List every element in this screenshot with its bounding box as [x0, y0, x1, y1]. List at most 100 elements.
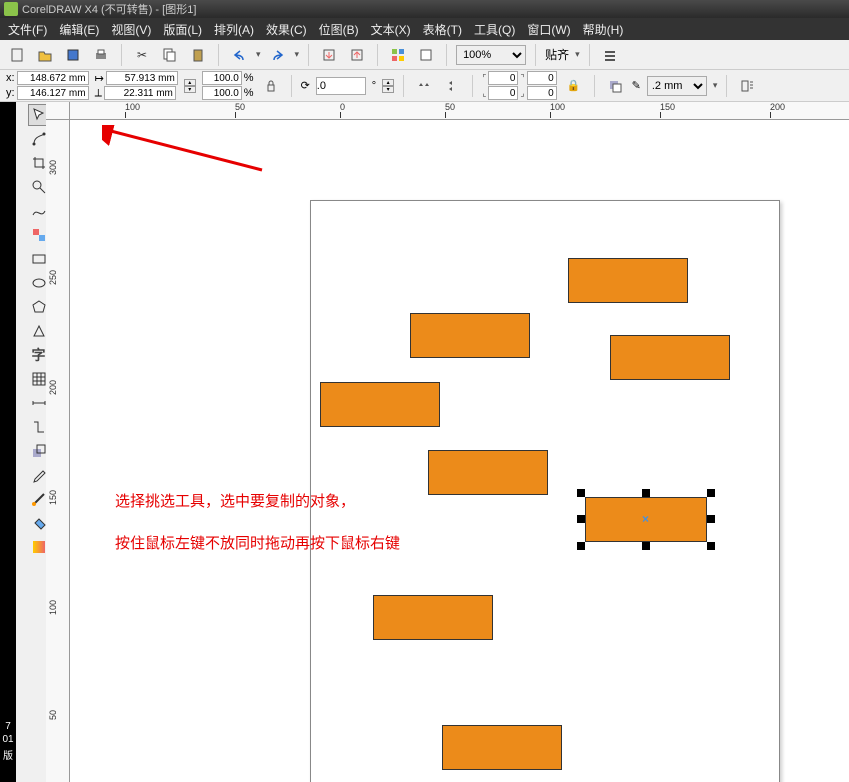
y-input[interactable]: [17, 86, 89, 100]
ruler-vertical: 30025020015010050: [46, 120, 70, 782]
handle-bm[interactable]: [642, 542, 650, 550]
annotation-line-1: 选择挑选工具，选中要复制的对象，: [115, 490, 355, 511]
ruler-horizontal: 10050050100150200: [70, 102, 849, 120]
window-title: CorelDRAW X4 (不可转售) - [图形1]: [22, 1, 196, 17]
corner-bl-input[interactable]: [488, 86, 518, 100]
ruler-tick: 50: [445, 102, 455, 112]
new-icon[interactable]: [6, 44, 28, 66]
cut-icon[interactable]: ✂: [131, 44, 153, 66]
y-label: y:: [6, 87, 15, 99]
rect-4[interactable]: [320, 382, 440, 427]
redo-icon[interactable]: [267, 44, 289, 66]
size-spin-down[interactable]: ▾: [184, 86, 196, 93]
ruler-tick: 300: [48, 160, 58, 175]
angle-input[interactable]: [316, 77, 366, 95]
handle-br[interactable]: [707, 542, 715, 550]
corner-tr-icon: ⌝: [520, 73, 524, 84]
redo-dropdown-icon[interactable]: ▾: [295, 49, 300, 60]
import-icon[interactable]: [318, 44, 340, 66]
menu-text[interactable]: 文本(X): [371, 21, 411, 38]
menu-view[interactable]: 视图(V): [111, 21, 151, 38]
angle-spin-down[interactable]: ▾: [382, 86, 394, 93]
menu-window[interactable]: 窗口(W): [527, 21, 570, 38]
menu-bitmap[interactable]: 位图(B): [319, 21, 359, 38]
print-icon[interactable]: [90, 44, 112, 66]
copy-icon[interactable]: [159, 44, 181, 66]
menu-file[interactable]: 文件(F): [8, 21, 47, 38]
rect-3[interactable]: [610, 335, 730, 380]
menu-effects[interactable]: 效果(C): [266, 21, 307, 38]
menu-arrange[interactable]: 排列(A): [214, 21, 254, 38]
undo-icon[interactable]: [228, 44, 250, 66]
scale-y-input[interactable]: [202, 86, 242, 100]
lock-ratio-icon[interactable]: [260, 75, 282, 97]
menu-help[interactable]: 帮助(H): [583, 21, 624, 38]
snap-label[interactable]: 贴齐: [545, 46, 569, 63]
ruler-tick: 100: [125, 102, 140, 112]
menubar: 文件(F) 编辑(E) 视图(V) 版面(L) 排列(A) 效果(C) 位图(B…: [0, 18, 849, 40]
left-strip: 7 01 版: [0, 102, 16, 782]
angle-spin-up[interactable]: ▴: [382, 79, 394, 86]
menu-layout[interactable]: 版面(L): [163, 21, 202, 38]
pct-label-2: %: [244, 87, 254, 99]
menu-tools[interactable]: 工具(Q): [474, 21, 515, 38]
standard-toolbar: ✂ ▾ ▾ 100% 贴齐 ▾: [0, 40, 849, 70]
corner-tr-input[interactable]: [527, 71, 557, 85]
rect-8[interactable]: [442, 725, 562, 770]
options-icon[interactable]: [599, 44, 621, 66]
app-launcher-icon[interactable]: [387, 44, 409, 66]
menu-table[interactable]: 表格(T): [423, 21, 462, 38]
ruler-tick: 100: [48, 600, 58, 615]
scale-x-input[interactable]: [202, 71, 242, 85]
x-label: x:: [6, 72, 15, 84]
to-front-icon[interactable]: [604, 75, 626, 97]
rect-2[interactable]: [410, 313, 530, 358]
outline-dropdown-icon[interactable]: ▾: [713, 80, 718, 91]
snap-dropdown-icon[interactable]: ▾: [575, 49, 580, 60]
width-input[interactable]: [106, 71, 178, 85]
wrap-text-icon[interactable]: [736, 75, 758, 97]
pct-label: %: [244, 72, 254, 84]
open-icon[interactable]: [34, 44, 56, 66]
undo-dropdown-icon[interactable]: ▾: [256, 49, 261, 60]
rect-1[interactable]: [568, 258, 688, 303]
handle-mr[interactable]: [707, 515, 715, 523]
mirror-v-icon[interactable]: [441, 75, 463, 97]
corner-br-icon: ⌟: [520, 88, 524, 99]
mirror-h-icon[interactable]: [413, 75, 435, 97]
ruler-tick: 50: [235, 102, 245, 112]
zoom-select[interactable]: 100%: [456, 45, 526, 65]
corner-tl-input[interactable]: [488, 71, 518, 85]
welcome-icon[interactable]: [415, 44, 437, 66]
handle-tl[interactable]: [577, 489, 585, 497]
export-icon[interactable]: [346, 44, 368, 66]
rect-5[interactable]: [428, 450, 548, 495]
ruler-tick: 150: [660, 102, 675, 112]
rect-7[interactable]: [373, 595, 493, 640]
ruler-tick: 100: [550, 102, 565, 112]
handle-tr[interactable]: [707, 489, 715, 497]
height-input[interactable]: [104, 86, 176, 100]
size-spin-up[interactable]: ▴: [184, 79, 196, 86]
corner-br-input[interactable]: [527, 86, 557, 100]
paste-icon[interactable]: [187, 44, 209, 66]
menu-edit[interactable]: 编辑(E): [59, 21, 99, 38]
annotation-line-2: 按住鼠标左键不放同时拖动再按下鼠标右键: [115, 532, 400, 553]
save-icon[interactable]: [62, 44, 84, 66]
rotate-icon: ⟳: [301, 79, 310, 92]
titlebar: CorelDRAW X4 (不可转售) - [图形1]: [0, 0, 849, 18]
selection-center-icon: ×: [642, 512, 649, 526]
canvas[interactable]: × 选择挑选工具，选中要复制的对象， 按住鼠标左键不放同时拖动再按下鼠标右键: [70, 120, 849, 782]
handle-tm[interactable]: [642, 489, 650, 497]
ruler-tick: 150: [48, 490, 58, 505]
app-logo-icon: [4, 2, 18, 16]
annotation-arrow: [102, 125, 302, 185]
outline-width-select[interactable]: .2 mm: [647, 76, 707, 96]
handle-ml[interactable]: [577, 515, 585, 523]
width-icon: ↦: [95, 72, 104, 85]
workspace: 7 01 版 字 10050050100150200 3002502001501…: [0, 102, 849, 782]
corners-lock-icon[interactable]: 🔒: [563, 75, 585, 97]
property-bar: x: y: ↦ ⟂ ▴ ▾ % % ⟳ ° ▴: [0, 70, 849, 102]
x-input[interactable]: [17, 71, 89, 85]
handle-bl[interactable]: [577, 542, 585, 550]
